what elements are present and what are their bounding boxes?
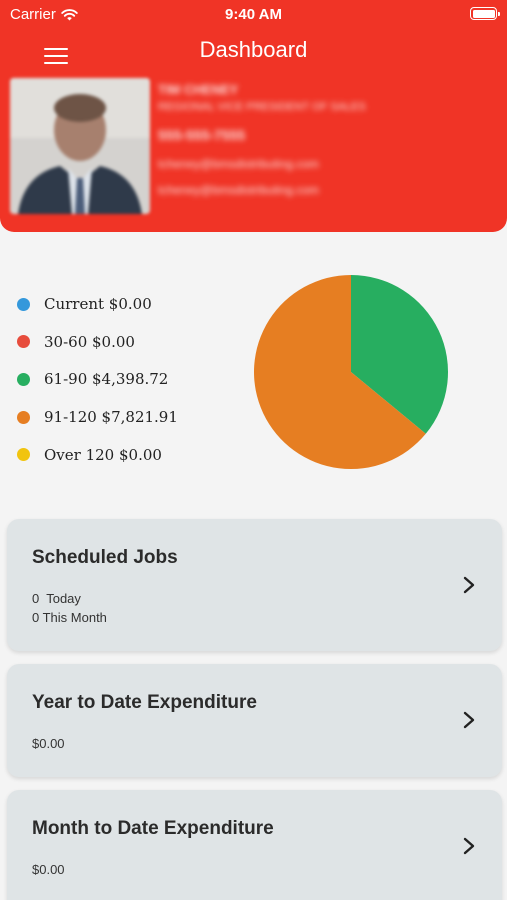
- legend-item-91-120: 91-120 $7,821.91: [17, 405, 178, 429]
- legend-item-over-120: Over 120 $0.00: [17, 443, 178, 467]
- mtd-value: $0.00: [32, 862, 65, 877]
- ytd-value: $0.00: [32, 736, 65, 751]
- legend-dot: [17, 448, 30, 462]
- legend-label: 30-60 $0.00: [44, 332, 135, 351]
- profile-name: TIM CHENEY: [158, 82, 239, 97]
- profile-email[interactable]: tcheney@bmsdistributing.com: [158, 157, 366, 171]
- legend-label: Over 120 $0.00: [44, 445, 162, 464]
- card-title: Year to Date Expenditure: [32, 692, 257, 713]
- legend-item-current: Current $0.00: [17, 292, 178, 316]
- ytd-expenditure-card[interactable]: Year to Date Expenditure $0.00: [7, 664, 502, 777]
- scheduled-month: 0 This Month: [32, 610, 107, 625]
- card-title: Scheduled Jobs: [32, 547, 178, 568]
- chevron-right-icon: [463, 711, 475, 729]
- mtd-expenditure-card[interactable]: Month to Date Expenditure $0.00: [7, 790, 502, 900]
- scheduled-today: 0 Today: [32, 591, 81, 606]
- profile-email-secondary[interactable]: tcheney@bmsdistributing.com: [158, 183, 366, 197]
- profile-role: REGIONAL VICE PRESIDENT OF SALES: [158, 101, 366, 113]
- clock: 9:40 AM: [225, 6, 282, 23]
- aging-pie-chart: [254, 275, 448, 469]
- card-title: Month to Date Expenditure: [32, 818, 274, 839]
- legend-dot: [17, 372, 30, 386]
- legend-item-61-90: 61-90 $4,398.72: [17, 367, 178, 391]
- legend-dot: [17, 410, 30, 424]
- legend-dot: [17, 335, 30, 349]
- scheduled-jobs-card[interactable]: Scheduled Jobs 0 Today 0 This Month: [7, 519, 502, 651]
- profile-phone[interactable]: 555-555-7555: [158, 127, 366, 143]
- legend-label: 91-120 $7,821.91: [44, 408, 178, 427]
- avatar: [10, 78, 150, 214]
- chevron-right-icon: [463, 576, 475, 594]
- status-bar: Carrier 9:40 AM: [0, 0, 507, 28]
- legend-label: 61-90 $4,398.72: [44, 370, 169, 389]
- page-title: Dashboard: [199, 37, 308, 62]
- chart-legend: Current $0.00 30-60 $0.00 61-90 $4,398.7…: [17, 292, 178, 480]
- legend-item-30-60: 30-60 $0.00: [17, 330, 178, 354]
- legend-dot: [17, 297, 30, 311]
- header: Carrier 9:40 AM Dashboard TIM CHENEY REG…: [0, 0, 507, 232]
- chevron-right-icon: [463, 837, 475, 855]
- battery-icon: [470, 7, 500, 20]
- legend-label: Current $0.00: [44, 295, 152, 313]
- profile-info: TIM CHENEY REGIONAL VICE PRESIDENT OF SA…: [158, 82, 366, 209]
